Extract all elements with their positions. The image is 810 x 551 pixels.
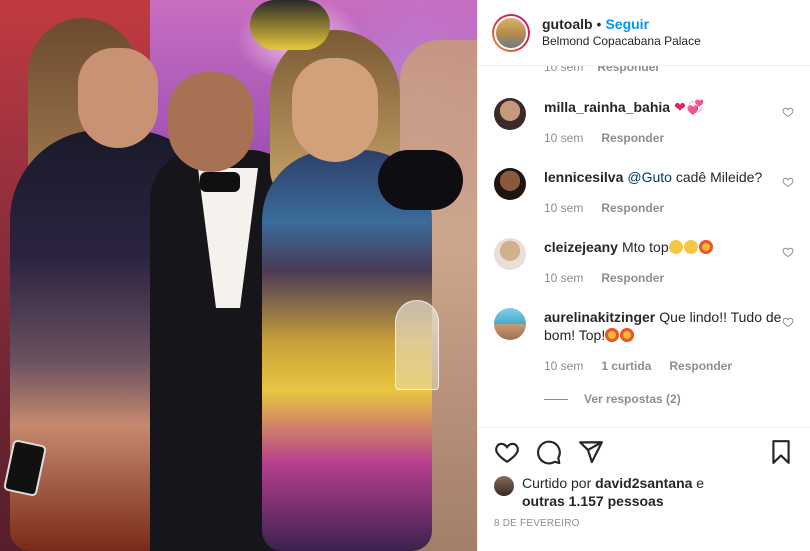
likes-conjunction: e [692,475,705,491]
reply-button[interactable]: Responder [669,359,732,373]
partial-comment-meta: 10 sem Responder [544,66,674,74]
commenter-username[interactable]: milla_rainha_bahia [544,99,670,115]
comment-meta: 10 sem Responder [544,201,794,215]
comment-item: aurelinakitzinger Que lindo!! Tudo de bom… [494,308,794,373]
photo-face [78,48,158,148]
comment-item: milla_rainha_bahia ❤💞 10 sem Responder [494,98,794,145]
comment-item: lennicesilva @Guto cadê Mileide? 10 sem Re… [494,168,794,215]
heart-emoji-icon: ❤ [674,99,686,115]
action-icons [494,438,794,466]
author-username[interactable]: gutoalb [542,16,593,32]
post-actions: Curtido por david2santana e outras 1.157… [478,427,810,551]
comment-icon[interactable] [536,439,562,465]
photo-face [292,58,378,162]
commenter-avatar[interactable] [494,168,526,200]
comment-text: milla_rainha_bahia ❤💞 [544,98,794,116]
photo-headpiece [250,0,330,50]
reply-button[interactable]: Responder [597,66,660,74]
photo-bowtie [200,172,240,192]
comment-likes-count[interactable]: 1 curtida [601,359,651,373]
reply-button[interactable]: Responder [601,201,664,215]
view-replies-line [544,398,568,400]
bookmark-icon[interactable] [768,439,794,465]
reply-button[interactable]: Responder [601,131,664,145]
comment-time: 10 sem [544,66,584,74]
likes-prefix: Curtido por [522,475,596,491]
comment-text: aurelinakitzinger Que lindo!! Tudo de bom… [544,308,794,344]
commenter-avatar[interactable] [494,238,526,270]
heart-emoji-icon: 💞 [686,99,705,115]
star-struck-emoji-icon [605,328,620,342]
comment-meta: 10 sem 1 curtida Responder [544,359,794,373]
star-struck-emoji-icon [620,328,635,342]
comment-text: lennicesilva @Guto cadê Mileide? [544,168,794,186]
commenter-username[interactable]: cleizejeany [544,239,618,255]
post-header: gutoalb • Seguir Belmond Copacabana Palace [478,0,810,66]
like-comment-heart-icon[interactable] [782,176,794,188]
photo-feathers [378,150,463,210]
separator-dot: • [596,15,602,32]
post-photo[interactable] [0,0,477,551]
comment-body: cadê Mileide? [671,169,763,185]
commenter-avatar[interactable] [494,98,526,130]
comment-time: 10 sem [544,201,584,215]
author-avatar[interactable] [492,13,530,52]
share-icon[interactable] [578,439,604,465]
post-sidebar: gutoalb • Seguir Belmond Copacabana Palace… [477,0,810,551]
like-comment-heart-icon[interactable] [782,106,794,118]
comments-list[interactable]: 10 sem Responder milla_rainha_bahia ❤💞 10 … [478,66,810,427]
comment-text: cleizejeany Mto top [544,238,794,256]
clap-emoji-icon [683,240,698,254]
location-link[interactable]: Belmond Copacabana Palace [542,33,701,50]
comment-meta: 10 sem Responder [544,271,794,285]
mention-link[interactable]: @Guto [627,169,672,185]
author-info: gutoalb • Seguir Belmond Copacabana Palace [542,16,701,50]
photo-glass [395,300,439,390]
clap-emoji-icon [668,240,683,254]
like-comment-heart-icon[interactable] [782,316,794,328]
comment-time: 10 sem [544,131,584,145]
comment-time: 10 sem [544,271,584,285]
view-replies-label: Ver respostas (2) [584,392,681,406]
view-replies-button[interactable]: Ver respostas (2) [544,392,681,406]
like-comment-heart-icon[interactable] [782,246,794,258]
comment-time: 10 sem [544,359,584,373]
reply-button[interactable]: Responder [601,271,664,285]
likes-text: Curtido por david2santana e outras 1.157… [522,474,704,510]
photo-face [168,72,254,172]
comment-item: cleizejeany Mto top 10 sem Responder [494,238,794,285]
comment-body: Mto top [621,239,669,255]
author-avatar-image [494,15,528,50]
star-struck-emoji-icon [698,240,713,254]
likes-summary: Curtido por david2santana e outras 1.157… [494,474,794,510]
liker-avatar[interactable] [494,476,514,496]
follow-button[interactable]: Seguir [605,16,649,32]
commenter-avatar[interactable] [494,308,526,340]
post-date[interactable]: 8 DE FEVEREIRO [494,518,794,529]
liker-username[interactable]: david2santana [595,475,692,491]
comment-meta: 10 sem Responder [544,131,794,145]
commenter-username[interactable]: lennicesilva [544,169,623,185]
commenter-username[interactable]: aurelinakitzinger [544,309,655,325]
heart-icon[interactable] [494,439,520,465]
likes-count-link[interactable]: outras 1.157 pessoas [522,493,664,509]
